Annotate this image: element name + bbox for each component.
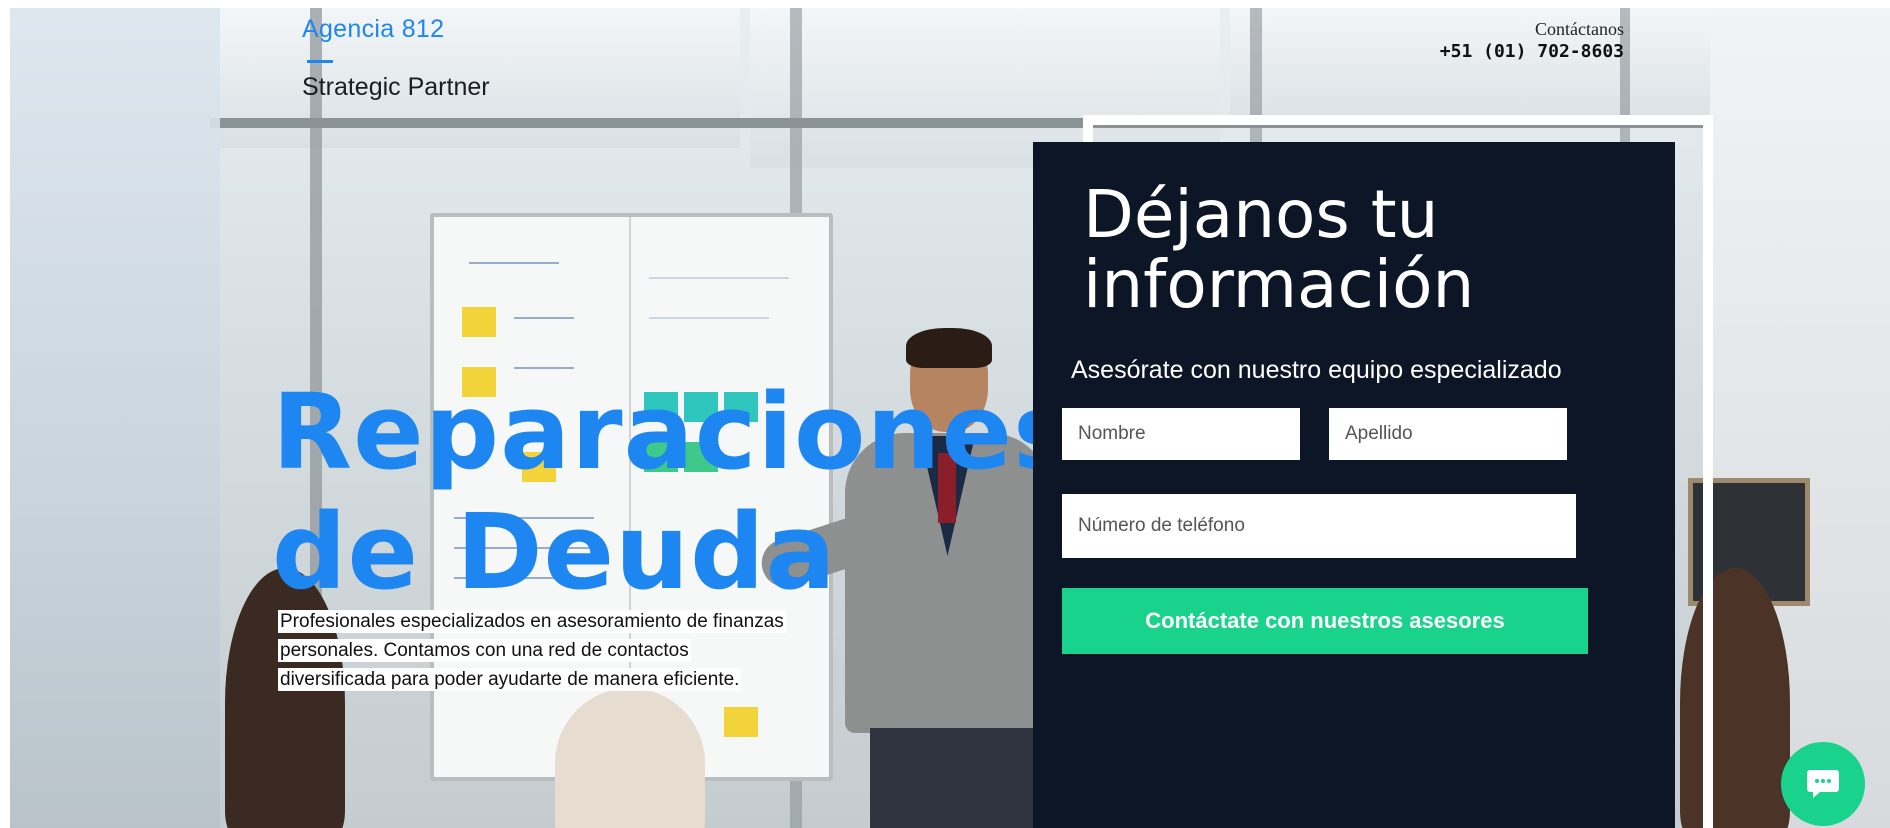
first-name-input[interactable] [1062, 408, 1300, 460]
contact-label: Contáctanos [1535, 19, 1624, 39]
brand-underline [307, 60, 333, 63]
chat-button[interactable] [1781, 742, 1865, 826]
hero-description-text: Profesionales especializados en asesoram… [278, 610, 786, 691]
hero-title-line1: Reparaciones [272, 371, 1076, 493]
hero-title: Reparaciones de Deuda [272, 372, 1075, 613]
hero-title-line2: de Deuda [272, 491, 837, 613]
form-title-line2: información [1083, 246, 1475, 323]
brand[interactable]: Agencia 812 Strategic Partner [302, 12, 490, 101]
hero-description: Profesionales especializados en asesoram… [278, 607, 788, 694]
brand-tagline: Strategic Partner [302, 73, 490, 101]
form-title-line1: Déjanos tu [1083, 176, 1439, 253]
last-name-input[interactable] [1329, 408, 1567, 460]
brand-name: Agencia 812 [302, 15, 445, 43]
form-title: Déjanos tu información [1083, 180, 1643, 320]
chat-bubble-icon [1807, 770, 1839, 798]
contact-info: Contáctanos +51 (01) 702-8603 [1440, 18, 1624, 64]
form-subtitle: Asesórate con nuestro equipo especializa… [1071, 356, 1562, 384]
submit-button[interactable]: Contáctate con nuestros asesores [1062, 588, 1588, 654]
landing-page: Agencia 812 Strategic Partner Contáctano… [0, 0, 1890, 828]
phone-input[interactable] [1062, 494, 1576, 558]
contact-phone[interactable]: +51 (01) 702-8603 [1440, 40, 1624, 64]
contact-form-panel: Déjanos tu información Asesórate con nue… [1033, 142, 1675, 828]
